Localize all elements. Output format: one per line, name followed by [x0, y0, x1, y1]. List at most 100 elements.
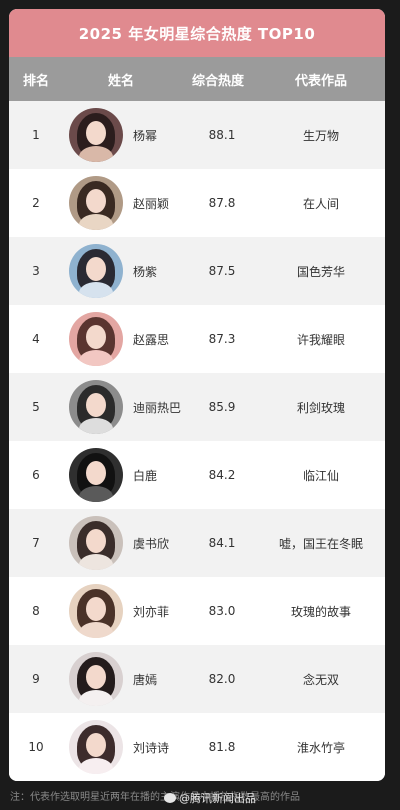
score-cell: 85.9 [208, 400, 236, 414]
header-work: 代表作品 [294, 73, 347, 89]
table-header: 排名 姓名 综合热度 代表作品 [9, 57, 385, 101]
weibo-icon [164, 793, 176, 803]
name-cell: 唐嫣 [63, 652, 187, 706]
table-row: 5 迪丽热巴 85.9 利剑玫瑰 [9, 373, 385, 441]
avatar-body [79, 418, 113, 434]
avatar [69, 516, 123, 570]
work-cell: 念无双 [302, 672, 339, 687]
table-row: 3 杨紫 87.5 国色芳华 [9, 237, 385, 305]
watermark-text: @腾讯新闻出品 [179, 792, 256, 805]
star-name: 赵露思 [133, 332, 170, 347]
avatar-face [86, 257, 106, 281]
name-cell: 杨紫 [63, 244, 187, 298]
avatar [69, 108, 123, 162]
avatar-face [86, 529, 106, 553]
avatar-body [79, 690, 113, 706]
score-cell: 82.0 [208, 672, 236, 686]
work-cell: 淮水竹亭 [296, 740, 345, 755]
star-name: 虞书欣 [133, 536, 170, 551]
score-cell: 87.8 [208, 196, 236, 210]
avatar [69, 176, 123, 230]
score-cell: 87.3 [208, 332, 236, 346]
table-body: 1 杨幂 88.1 生万物 2 赵丽颖 87.8 在人间 3 杨紫 87.5 国… [9, 101, 385, 781]
name-cell: 刘诗诗 [63, 720, 187, 774]
name-cell: 赵露思 [63, 312, 187, 366]
avatar [69, 312, 123, 366]
ranking-card: 2025 年女明星综合热度 TOP10 排名 姓名 综合热度 代表作品 1 杨幂… [9, 9, 385, 781]
avatar-face [86, 665, 106, 689]
avatar-body [79, 146, 113, 162]
star-name: 杨幂 [133, 128, 158, 143]
rank-cell: 6 [32, 468, 40, 482]
rank-cell: 3 [32, 264, 40, 278]
work-cell: 生万物 [302, 128, 339, 143]
score-cell: 84.1 [208, 536, 236, 550]
avatar [69, 720, 123, 774]
score-cell: 84.2 [208, 468, 236, 482]
avatar-face [86, 189, 106, 213]
rank-cell: 1 [32, 128, 40, 142]
rank-cell: 10 [28, 740, 44, 754]
work-cell: 利剑玫瑰 [296, 400, 345, 415]
score-cell: 83.0 [208, 604, 236, 618]
watermark: @腾讯新闻出品 [164, 790, 256, 806]
avatar-body [79, 486, 113, 502]
work-cell: 国色芳华 [296, 264, 345, 279]
table-row: 2 赵丽颖 87.8 在人间 [9, 169, 385, 237]
avatar-face [86, 393, 106, 417]
star-name: 迪丽热巴 [133, 400, 182, 415]
avatar [69, 448, 123, 502]
avatar-body [79, 214, 113, 230]
rank-cell: 8 [32, 604, 40, 618]
score-cell: 81.8 [208, 740, 236, 754]
header-score: 综合热度 [191, 73, 244, 89]
work-cell: 在人间 [302, 196, 339, 211]
avatar-body [79, 758, 113, 774]
table-row: 6 白鹿 84.2 临江仙 [9, 441, 385, 509]
star-name: 杨紫 [133, 264, 158, 279]
table-row: 4 赵露思 87.3 许我耀眼 [9, 305, 385, 373]
star-name: 白鹿 [133, 468, 158, 483]
name-cell: 白鹿 [63, 448, 187, 502]
table-row: 9 唐嫣 82.0 念无双 [9, 645, 385, 713]
avatar [69, 652, 123, 706]
rank-cell: 5 [32, 400, 40, 414]
page-title: 2025 年女明星综合热度 TOP10 [9, 9, 385, 57]
work-cell: 临江仙 [302, 468, 339, 483]
avatar-body [79, 350, 113, 366]
header-rank: 排名 [22, 73, 49, 89]
name-cell: 刘亦菲 [63, 584, 187, 638]
star-name: 赵丽颖 [133, 196, 170, 211]
work-cell: 玫瑰的故事 [290, 604, 351, 619]
avatar-face [86, 597, 106, 621]
table-row: 8 刘亦菲 83.0 玫瑰的故事 [9, 577, 385, 645]
work-cell: 嘘，国王在冬眠 [278, 536, 363, 551]
avatar-body [79, 554, 113, 570]
avatar-face [86, 325, 106, 349]
header-name: 姓名 [107, 73, 134, 89]
rank-cell: 7 [32, 536, 40, 550]
name-cell: 迪丽热巴 [63, 380, 187, 434]
avatar-body [79, 282, 113, 298]
name-cell: 杨幂 [63, 108, 187, 162]
table-row: 10 刘诗诗 81.8 淮水竹亭 [9, 713, 385, 781]
score-cell: 87.5 [208, 264, 236, 278]
avatar [69, 244, 123, 298]
rank-cell: 4 [32, 332, 40, 346]
rank-cell: 9 [32, 672, 40, 686]
table-row: 7 虞书欣 84.1 嘘，国王在冬眠 [9, 509, 385, 577]
avatar [69, 380, 123, 434]
avatar-face [86, 121, 106, 145]
star-name: 刘诗诗 [133, 740, 170, 755]
star-name: 唐嫣 [133, 672, 158, 687]
name-cell: 虞书欣 [63, 516, 187, 570]
avatar-face [86, 733, 106, 757]
score-cell: 88.1 [208, 128, 236, 142]
star-name: 刘亦菲 [133, 604, 170, 619]
work-cell: 许我耀眼 [296, 332, 345, 347]
table-row: 1 杨幂 88.1 生万物 [9, 101, 385, 169]
rank-cell: 2 [32, 196, 40, 210]
name-cell: 赵丽颖 [63, 176, 187, 230]
avatar-body [79, 622, 113, 638]
avatar [69, 584, 123, 638]
